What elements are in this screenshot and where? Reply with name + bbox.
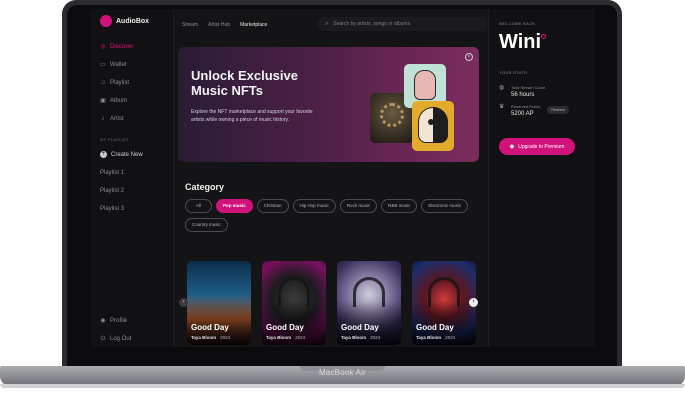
sidebar-bottom-nav: ◉ Profile ⏻ Log Out — [100, 317, 131, 342]
wallet-icon: ▭ — [100, 61, 106, 68]
chip-country-music[interactable]: Country music — [185, 218, 228, 232]
card-year: 2024 — [445, 335, 456, 340]
album-icon: ▣ — [100, 97, 106, 104]
chevron-left-icon[interactable]: ‹ — [179, 298, 188, 307]
redeem-button[interactable]: Redeem — [547, 106, 569, 114]
laptop-foot — [0, 384, 685, 388]
chip-electronic-music[interactable]: Electronic music — [421, 199, 469, 213]
card-title: Good Day — [191, 323, 229, 332]
chip-hip-hop-music[interactable]: Hip Hop music — [292, 199, 336, 213]
chip-pop-music[interactable]: Pop music — [216, 199, 253, 213]
create-label: Create New — [111, 151, 143, 158]
stream-icon: ◍ — [499, 85, 505, 91]
tab-stream[interactable]: Stream — [182, 22, 198, 28]
user-panel: WELCOME BACK Wini YOUR STATS ◍ Total Str… — [488, 9, 595, 347]
card-title: Good Day — [341, 323, 379, 332]
app-logo[interactable]: AudioBox — [100, 15, 149, 27]
card-title: Good Day — [266, 323, 304, 332]
stat-value: 56 hours — [511, 92, 535, 98]
song-card[interactable]: Good Day Taya Bloom 2024 — [187, 261, 251, 345]
status-dot-icon — [541, 34, 546, 39]
welcome-label: WELCOME BACK — [499, 21, 536, 26]
playlist-item[interactable]: Playlist 2 — [100, 188, 124, 195]
stat-name: Reserved Points — [511, 104, 541, 109]
stat-name: Total Stream Count — [511, 85, 546, 90]
card-artist: Taya Bloom — [191, 335, 217, 340]
laptop-frame: AudioBox ◎ Discover ▭ Wallet ♫ Playlist … — [0, 0, 685, 401]
playlist-list: Playlist 1 Playlist 2 Playlist 3 — [100, 170, 124, 213]
sidebar-item-label: Wallet — [110, 61, 127, 68]
song-card[interactable]: Good Day Taya Bloom 2024 — [262, 261, 326, 345]
nft-art-portrait — [412, 101, 454, 151]
chip-rock-music[interactable]: Rock music — [339, 199, 378, 213]
card-artist: Taya Bloom — [341, 335, 367, 340]
sidebar-item-label: Album — [110, 97, 128, 104]
card-year: 2024 — [295, 335, 306, 340]
stat-value: 5200 AP — [511, 111, 534, 117]
sidebar-item-profile[interactable]: ◉ Profile — [100, 317, 131, 324]
tab-marketplace[interactable]: Marketplace — [240, 22, 267, 28]
sidebar-item-artist[interactable]: ♪ Artist — [100, 115, 133, 122]
card-title: Good Day — [416, 323, 454, 332]
stat-points: ♛ Reserved Points 5200 AP — [499, 104, 540, 117]
chip-all[interactable]: All — [185, 199, 213, 213]
create-playlist-button[interactable]: + Create New — [100, 151, 143, 158]
card-year: 2024 — [370, 335, 381, 340]
close-icon[interactable]: × — [465, 53, 473, 61]
artist-icon: ♪ — [101, 115, 105, 122]
chip-christian[interactable]: Christian — [256, 199, 289, 213]
discover-icon: ◎ — [100, 43, 106, 50]
sidebar-item-playlist[interactable]: ♫ Playlist — [100, 79, 133, 86]
sidebar: AudioBox ◎ Discover ▭ Wallet ♫ Playlist … — [90, 9, 174, 347]
card-year: 2024 — [220, 335, 231, 340]
category-title: Category — [185, 182, 225, 192]
search-icon: ⌕ — [325, 20, 329, 27]
chevron-right-icon[interactable]: › — [469, 298, 478, 307]
banner-text: Explore the NFT marketplace and support … — [191, 109, 313, 123]
tab-artist-hub[interactable]: Artist Hub — [208, 22, 230, 28]
category-chips: All Pop music Christian Hip Hop music Ro… — [185, 199, 470, 232]
card-artist: Taya Bloom — [416, 335, 442, 340]
search-input[interactable] — [333, 21, 474, 27]
device-label: MacBook Air — [318, 368, 367, 377]
logo-icon — [100, 15, 112, 27]
sidebar-item-label: Artist — [110, 115, 124, 122]
sidebar-item-logout[interactable]: ⏻ Log Out — [100, 335, 132, 342]
music-note-icon: ♫ — [100, 79, 106, 86]
app-screen: AudioBox ◎ Discover ▭ Wallet ♫ Playlist … — [90, 9, 595, 347]
sidebar-item-label: Playlist — [110, 79, 130, 86]
song-cards: Good Day Taya Bloom 2024 Good Day Taya Bl… — [187, 261, 481, 347]
app-name: AudioBox — [116, 17, 150, 25]
sidebar-item-album[interactable]: ▣ Album — [100, 97, 133, 104]
nft-banner: Unlock Exclusive Music NFTs Explore the … — [178, 47, 479, 162]
premium-label: Upgrade to Premium — [518, 143, 565, 150]
sidebar-item-discover[interactable]: ◎ Discover — [100, 43, 133, 50]
sidebar-item-label: Log Out — [110, 335, 132, 342]
song-card[interactable]: Good Day Taya Bloom 2024 — [337, 261, 401, 345]
logout-icon: ⏻ — [100, 335, 106, 342]
stats-label: YOUR STATS — [499, 70, 527, 75]
upgrade-premium-button[interactable]: ◆ Upgrade to Premium — [499, 138, 575, 155]
user-name: Wini — [499, 31, 542, 53]
diamond-icon: ◆ — [509, 144, 515, 150]
plus-icon: + — [100, 151, 107, 158]
stat-stream: ◍ Total Stream Count 56 hours — [499, 85, 545, 98]
playlist-item[interactable]: Playlist 1 — [100, 170, 124, 177]
trophy-icon: ♛ — [499, 104, 505, 110]
sidebar-nav: ◎ Discover ▭ Wallet ♫ Playlist ▣ Album ♪ — [100, 43, 133, 122]
sidebar-item-label: Discover — [110, 43, 134, 50]
sidebar-item-wallet[interactable]: ▭ Wallet — [100, 61, 133, 68]
search-bar[interactable]: ⌕ — [317, 17, 487, 31]
chip-rnb-music[interactable]: R&B music — [381, 199, 418, 213]
sidebar-item-label: Profile — [110, 317, 128, 324]
banner-title: Unlock Exclusive Music NFTs — [191, 68, 298, 98]
playlist-section-label: MY PLAYLIST — [100, 137, 129, 142]
top-bar: Stream Artist Hub Marketplace ⌕ — [182, 17, 488, 33]
playlist-item[interactable]: Playlist 3 — [100, 206, 124, 213]
song-card[interactable]: Good Day Taya Bloom 2024 — [412, 261, 476, 345]
profile-icon: ◉ — [100, 317, 106, 324]
card-artist: Taya Bloom — [266, 335, 292, 340]
